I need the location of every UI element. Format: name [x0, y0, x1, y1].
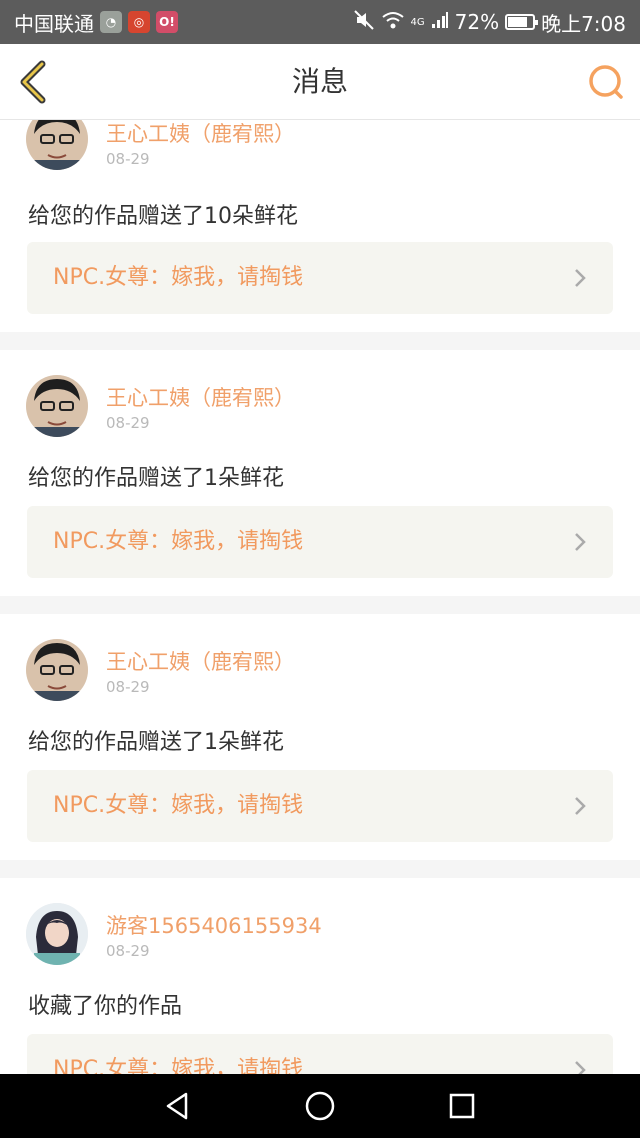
user-name[interactable]: 王心工姨（鹿宥熙）: [106, 382, 295, 412]
message-list[interactable]: 王心工姨（鹿宥熙） 08-29 给您的作品赠送了10朵鲜花 NPC.女尊：嫁我，…: [0, 120, 640, 1074]
user-name[interactable]: 王心工姨（鹿宥熙）: [106, 120, 295, 148]
wifi-icon: [381, 10, 405, 35]
nav-home-button[interactable]: [302, 1088, 338, 1124]
weibo-notification-icon: ◎: [128, 11, 150, 33]
page-title: 消息: [291, 65, 348, 98]
user-name[interactable]: 王心工姨（鹿宥熙）: [106, 646, 295, 676]
nav-back-button[interactable]: [160, 1088, 196, 1124]
message-text: 给您的作品赠送了10朵鲜花: [28, 204, 298, 229]
user-avatar[interactable]: [26, 120, 88, 170]
square-recents-icon: [449, 1093, 475, 1119]
chevron-right-icon: [575, 797, 586, 815]
message-card: 王心工姨（鹿宥熙） 08-29 给您的作品赠送了1朵鲜花 NPC.女尊：嫁我，请…: [0, 350, 640, 596]
search-icon: [589, 65, 623, 99]
message-text: 收藏了你的作品: [28, 994, 183, 1019]
triangle-back-icon: [166, 1092, 188, 1120]
signal-icon: [431, 10, 449, 34]
mute-icon: [353, 9, 375, 36]
message-date: 08-29: [106, 942, 150, 960]
message-card: 王心工姨（鹿宥熙） 08-29 给您的作品赠送了1朵鲜花 NPC.女尊：嫁我，请…: [0, 614, 640, 860]
app-notification-icon: O!: [156, 11, 178, 33]
circle-home-icon: [305, 1091, 335, 1121]
clock: 晚上7:08: [541, 11, 626, 36]
work-link[interactable]: NPC.女尊：嫁我，请掏钱: [27, 770, 613, 842]
message-card: 王心工姨（鹿宥熙） 08-29 给您的作品赠送了10朵鲜花 NPC.女尊：嫁我，…: [0, 120, 640, 332]
chevron-right-icon: [575, 1061, 586, 1074]
carrier-label: 中国联通: [14, 11, 94, 36]
work-title: NPC.女尊：嫁我，请掏钱: [53, 1057, 304, 1074]
message-date: 08-29: [106, 678, 150, 696]
status-bar-right: 4G 72% 晚上7:08: [353, 8, 626, 37]
work-link[interactable]: NPC.女尊：嫁我，请掏钱: [27, 506, 613, 578]
system-navigation-bar: [0, 1074, 640, 1138]
nav-recents-button[interactable]: [444, 1088, 480, 1124]
status-bar: 中国联通 ◔ ◎ O! 4G 72% 晚上7:08: [0, 0, 640, 44]
message-text: 给您的作品赠送了1朵鲜花: [28, 466, 284, 491]
work-link[interactable]: NPC.女尊：嫁我，请掏钱: [27, 1034, 613, 1074]
message-text: 给您的作品赠送了1朵鲜花: [28, 730, 284, 755]
user-avatar[interactable]: [26, 639, 88, 701]
message-card: 游客1565406155934 08-29 收藏了你的作品 NPC.女尊：嫁我，…: [0, 878, 640, 1074]
work-link[interactable]: NPC.女尊：嫁我，请掏钱: [27, 242, 613, 314]
battery-percent: 72%: [454, 10, 500, 34]
user-name[interactable]: 游客1565406155934: [106, 910, 322, 940]
message-date: 08-29: [106, 414, 150, 432]
status-bar-left: 中国联通 ◔ ◎ O!: [14, 8, 178, 37]
battery-icon: [505, 14, 539, 30]
work-title: NPC.女尊：嫁我，请掏钱: [53, 793, 304, 818]
work-title: NPC.女尊：嫁我，请掏钱: [53, 529, 304, 554]
wechat-notification-icon: ◔: [100, 11, 122, 33]
search-button[interactable]: [586, 62, 626, 102]
app-header: 消息: [0, 44, 640, 120]
user-avatar[interactable]: [26, 375, 88, 437]
message-date: 08-29: [106, 150, 150, 168]
chevron-right-icon: [575, 533, 586, 551]
chevron-right-icon: [575, 269, 586, 287]
work-title: NPC.女尊：嫁我，请掏钱: [53, 265, 304, 290]
network-type-label: 4G: [410, 16, 425, 28]
user-avatar[interactable]: [26, 903, 88, 965]
